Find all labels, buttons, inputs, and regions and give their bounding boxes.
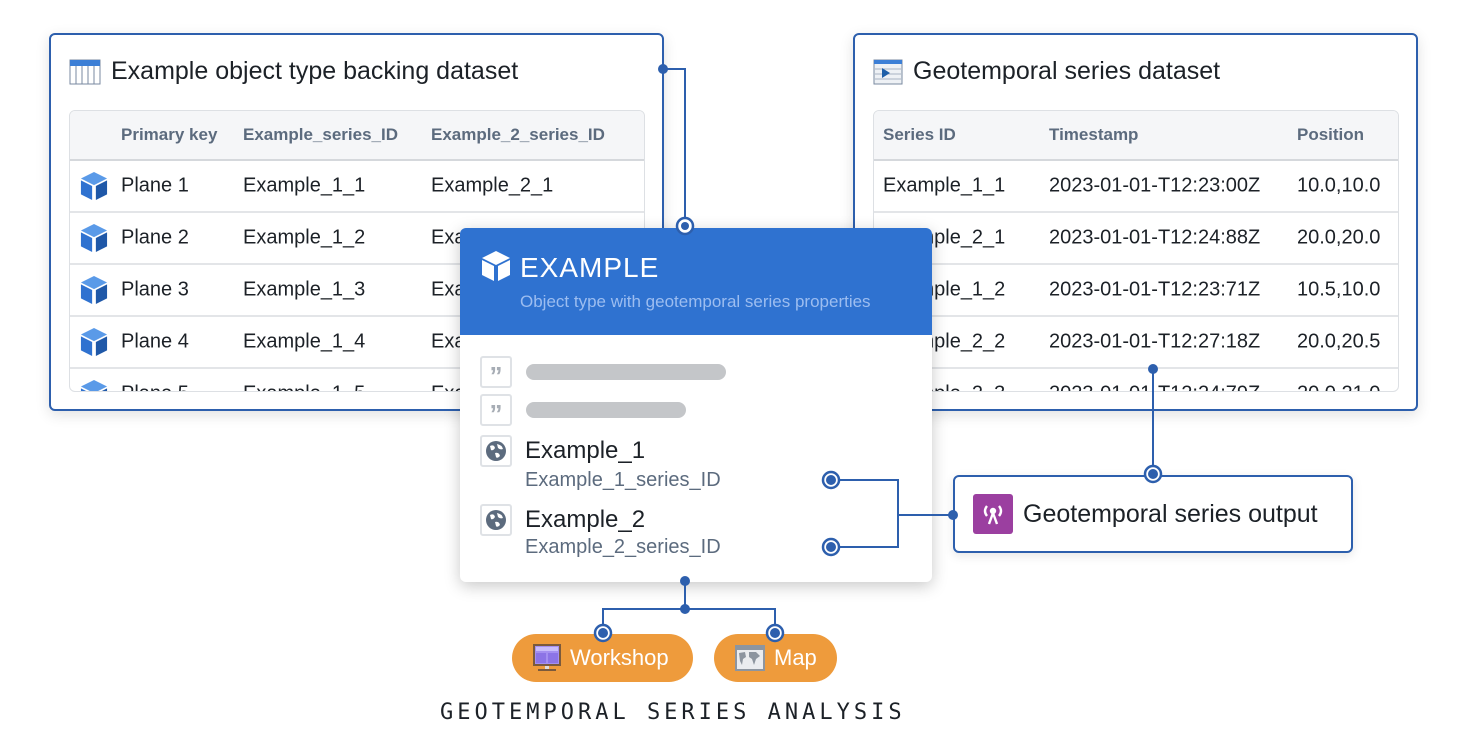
antenna-icon (973, 494, 1013, 534)
table-cell: 2023-01-01-T12:27:18Z (1049, 330, 1261, 353)
table-cell: 2023-01-01-T12:24:88Z (1049, 226, 1261, 249)
globe-icon (480, 504, 512, 536)
table-cell: Example_1_2 (243, 226, 366, 249)
table-cell: 20.0,20.0 (1297, 226, 1381, 249)
cube-icon (80, 224, 108, 252)
table-row[interactable]: Plane 1 Example_1_1 Example_2_1 (70, 161, 644, 213)
cube-icon (80, 276, 108, 304)
table-cell: 20.0,20.5 (1297, 330, 1381, 353)
table-header: Primary key Example_series_ID Example_2_… (70, 111, 644, 161)
table-cell: Plane 5 (121, 383, 189, 392)
table-cell: 10.0,10.0 (1297, 174, 1381, 197)
series-dataset-panel: Geotemporal series dataset Series ID Tim… (853, 33, 1418, 411)
map-button[interactable]: Map (714, 634, 837, 682)
placeholder-bar (526, 402, 686, 418)
panel-title: Geotemporal series dataset (873, 57, 1220, 86)
map-icon (735, 645, 765, 671)
table-cell: Plane 2 (121, 226, 189, 249)
table-cell: 10.5,10.0 (1297, 278, 1381, 301)
table-icon (69, 59, 101, 84)
dataset-icon (873, 59, 903, 84)
table-cell: Example_1_1 (243, 174, 366, 197)
table-cell: Example_1_4 (243, 330, 366, 353)
quote-icon: ” (480, 356, 512, 389)
table-header: Series ID Timestamp Position (874, 111, 1398, 161)
table-cell: Example_1_5 (243, 383, 365, 392)
table-row[interactable]: Example_2_32023-01-01-T12:24:79Z20.0,21.… (874, 369, 1398, 392)
table-cell: Example_1_1 (883, 174, 1006, 197)
table-row[interactable]: Example_1_2 2023-01-01-T12:23:71Z 10.5,10.… (874, 265, 1398, 317)
cube-icon (80, 172, 108, 200)
cube-icon (80, 380, 108, 391)
table-cell: Plane 1 (121, 174, 189, 197)
table-row[interactable]: Example_2_1 2023-01-01-T12:24:88Z 20.0,20.… (874, 213, 1398, 265)
table-cell: 2023-01-01-T12:24:79Z (1049, 383, 1260, 392)
table-cell: Plane 4 (121, 330, 189, 353)
workshop-icon (533, 644, 561, 671)
cube-icon (482, 251, 510, 281)
globe-icon (480, 435, 512, 467)
table-cell: Plane 3 (121, 278, 189, 301)
table-row[interactable]: Example_1_1 2023-01-01-T12:23:00Z 10.0,10.… (874, 161, 1398, 213)
table-row[interactable]: Example_2_2 2023-01-01-T12:27:18Z 20.0,20.… (874, 317, 1398, 369)
table-cell: Example_2_1 (431, 174, 554, 197)
card-header: EXAMPLE Object type with geotemporal ser… (460, 228, 932, 335)
panel-title: Example object type backing dataset (69, 57, 518, 86)
table-cell: Example_1_3 (243, 278, 366, 301)
table-cell: 20.0,21.0 (1297, 383, 1380, 392)
table-cell: 2023-01-01-T12:23:00Z (1049, 174, 1261, 197)
card-title: EXAMPLE (520, 252, 660, 283)
cube-icon (80, 328, 108, 356)
series-table: Series ID Timestamp Position Example_1_1… (873, 110, 1399, 392)
quote-icon: ” (480, 394, 512, 427)
workshop-button[interactable]: Workshop (512, 634, 693, 682)
diagram-caption: GEOTEMPORAL SERIES ANALYSIS (440, 700, 906, 725)
object-type-card[interactable]: EXAMPLE Object type with geotemporal ser… (460, 228, 932, 582)
table-cell: 2023-01-01-T12:23:71Z (1049, 278, 1261, 301)
card-subtitle: Object type with geotemporal series prop… (520, 292, 871, 311)
placeholder-bar (526, 364, 726, 380)
geotemporal-output-node[interactable]: Geotemporal series output (953, 475, 1353, 553)
